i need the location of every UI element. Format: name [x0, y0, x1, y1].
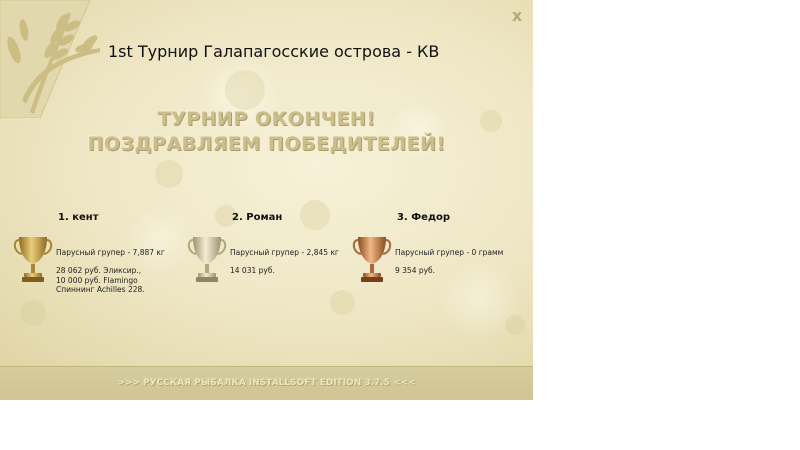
gold-trophy-icon: [13, 237, 53, 282]
winner-name: 1. кент: [58, 212, 99, 223]
tournament-title: 1st Турнир Галапагосские острова - КВ: [108, 42, 440, 61]
winner-card-2: 2. Роман Парусный групер - 2,845 кг 14 0…: [187, 212, 357, 302]
prize-line: 10 000 руб. Flamingo: [56, 275, 138, 285]
stain-spot: [505, 315, 525, 335]
tournament-results-window: x 1st Турнир Галапагосские острова - КВ …: [0, 0, 533, 400]
headline-tournament-over: ТУРНИР ОКОНЧЕН!: [157, 108, 376, 130]
winner-prize: 9 354 руб.: [395, 266, 435, 276]
winner-catch: Парусный групер - 7,887 кг: [56, 248, 165, 257]
winner-name: 3. Федор: [397, 212, 451, 223]
winner-name: 2. Роман: [232, 212, 283, 223]
winner-prize: 14 031 руб.: [230, 266, 275, 276]
bronze-trophy-icon: [352, 237, 392, 282]
winner-catch: Парусный групер - 2,845 кг: [230, 248, 339, 257]
winner-card-3: 3. Федор Парусный групер - 0 грамм 9 354…: [352, 212, 522, 302]
footer-bar: >>> РУССКАЯ РЫБАЛКА INSTALLSOFT EDITION …: [0, 366, 533, 400]
footer-version-text: >>> РУССКАЯ РЫБАЛКА INSTALLSOFT EDITION …: [117, 378, 416, 388]
winner-card-1: 1. кент Парусный групер - 7,887 кг 28 06…: [13, 212, 183, 302]
stain-spot: [20, 300, 46, 326]
wheat-corner-icon: [0, 0, 100, 118]
winner-prize: 28 062 руб. Эликсир., 10 000 руб. Flamin…: [56, 266, 145, 295]
prize-line: Спиннинг Achilles 228.: [56, 285, 145, 294]
silver-trophy-icon: [187, 237, 227, 282]
close-button[interactable]: x: [508, 7, 526, 25]
prize-line: 9 354 руб.: [395, 266, 436, 275]
prize-line: 14 031 руб.: [230, 266, 275, 275]
stain-spot: [225, 70, 265, 110]
prize-line: 28 062 руб. Эликсир.,: [56, 266, 142, 275]
winner-catch: Парусный групер - 0 грамм: [395, 248, 504, 257]
stain-spot: [155, 160, 183, 188]
headline-congratulations: ПОЗДРАВЛЯЕМ ПОБЕДИТЕЛЕЙ!: [87, 133, 446, 155]
